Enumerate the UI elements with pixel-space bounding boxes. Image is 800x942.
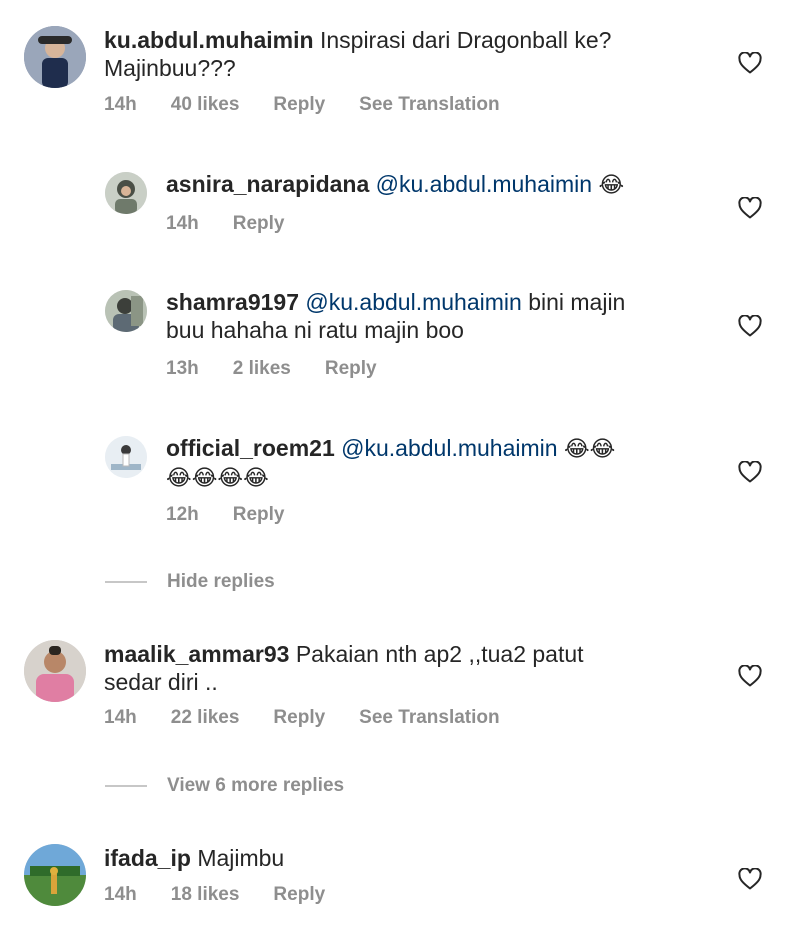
reply-time: 13h bbox=[166, 358, 199, 379]
comment-meta: 14h 40 likes Reply See Translation bbox=[104, 94, 534, 116]
comment-time: 14h bbox=[104, 884, 137, 905]
heart-outline-icon[interactable] bbox=[738, 665, 762, 687]
see-translation-button[interactable]: See Translation bbox=[359, 94, 499, 116]
laughing-emoji-group: 😂😂😂😂 bbox=[166, 465, 269, 490]
comment-meta: 14h 22 likes Reply See Translation bbox=[104, 707, 534, 729]
reply-meta: 12h Reply bbox=[166, 504, 319, 526]
comment-body-line1: Majimbu bbox=[197, 845, 285, 871]
reply-text: shamra9197 @ku.abdul.muhaimin bini majin… bbox=[166, 288, 625, 344]
reply-body-line2: buu hahaha ni ratu majin boo bbox=[166, 317, 464, 343]
comment-body-line2: Majinbuu??? bbox=[104, 55, 236, 81]
laughing-emoji: 😂 bbox=[598, 172, 625, 197]
heart-outline-icon[interactable] bbox=[738, 52, 762, 74]
reply-button[interactable]: Reply bbox=[273, 94, 325, 116]
comment-body-line1: Pakaian nth ap2 ,,tua2 patut bbox=[295, 641, 584, 667]
comment-username[interactable]: ifada_ip bbox=[104, 845, 191, 871]
heart-outline-icon[interactable] bbox=[738, 197, 762, 219]
view-more-replies-button[interactable]: View 6 more replies bbox=[105, 775, 344, 797]
avatar[interactable] bbox=[105, 436, 147, 478]
heart-outline-icon[interactable] bbox=[738, 868, 762, 890]
avatar[interactable] bbox=[105, 290, 147, 332]
reply-text: official_roem21 @ku.abdul.muhaimin 😂😂 😂😂… bbox=[166, 434, 615, 492]
reply-button[interactable]: Reply bbox=[325, 358, 377, 380]
hide-replies-button[interactable]: Hide replies bbox=[105, 571, 275, 593]
avatar[interactable] bbox=[105, 172, 147, 214]
view-more-replies-label[interactable]: View 6 more replies bbox=[167, 775, 344, 797]
reply-body-line1: bini majin bbox=[528, 289, 626, 315]
comment-time: 14h bbox=[104, 94, 137, 115]
mention-link[interactable]: @ku.abdul.muhaimin bbox=[341, 435, 557, 461]
avatar[interactable] bbox=[24, 844, 86, 906]
comment-username[interactable]: ku.abdul.muhaimin bbox=[104, 27, 314, 53]
reply-meta: 13h 2 likes Reply bbox=[166, 358, 411, 380]
comment-username[interactable]: maalik_ammar93 bbox=[104, 641, 289, 667]
reply-time: 14h bbox=[166, 213, 199, 234]
avatar[interactable] bbox=[24, 640, 86, 702]
reply-username[interactable]: asnira_narapidana bbox=[166, 171, 369, 197]
comment-likes[interactable]: 18 likes bbox=[171, 884, 240, 906]
heart-outline-icon[interactable] bbox=[738, 461, 762, 483]
reply-meta: 14h Reply bbox=[166, 213, 319, 235]
comment-text: maalik_ammar93 Pakaian nth ap2 ,,tua2 pa… bbox=[104, 640, 584, 696]
reply-button[interactable]: Reply bbox=[273, 884, 325, 906]
mention-link[interactable]: @ku.abdul.muhaimin bbox=[376, 171, 592, 197]
hide-replies-label[interactable]: Hide replies bbox=[167, 571, 275, 593]
reply-button[interactable]: Reply bbox=[233, 213, 285, 235]
reply-username[interactable]: shamra9197 bbox=[166, 289, 299, 315]
comment-likes[interactable]: 22 likes bbox=[171, 707, 240, 729]
heart-outline-icon[interactable] bbox=[738, 315, 762, 337]
see-translation-button[interactable]: See Translation bbox=[359, 707, 499, 729]
reply-button[interactable]: Reply bbox=[273, 707, 325, 729]
comment-time: 14h bbox=[104, 707, 137, 728]
reply-username[interactable]: official_roem21 bbox=[166, 435, 335, 461]
reply-text: asnira_narapidana @ku.abdul.muhaimin 😂 bbox=[166, 170, 624, 199]
comment-text: ku.abdul.muhaimin Inspirasi dari Dragonb… bbox=[104, 26, 611, 82]
mention-link[interactable]: @ku.abdul.muhaimin bbox=[305, 289, 521, 315]
comment-body-line2: sedar diri .. bbox=[104, 669, 218, 695]
avatar[interactable] bbox=[24, 26, 86, 88]
comment-body-line1: Inspirasi dari Dragonball ke? bbox=[319, 27, 612, 53]
reply-button[interactable]: Reply bbox=[233, 504, 285, 526]
comment-meta: 14h 18 likes Reply bbox=[104, 884, 359, 906]
divider-line bbox=[105, 785, 147, 787]
comment-text: ifada_ip Majimbu bbox=[104, 844, 284, 872]
reply-time: 12h bbox=[166, 504, 199, 525]
laughing-emoji-group: 😂😂 bbox=[563, 436, 616, 461]
divider-line bbox=[105, 581, 147, 583]
comment-likes[interactable]: 40 likes bbox=[171, 94, 240, 116]
reply-likes[interactable]: 2 likes bbox=[233, 358, 291, 380]
